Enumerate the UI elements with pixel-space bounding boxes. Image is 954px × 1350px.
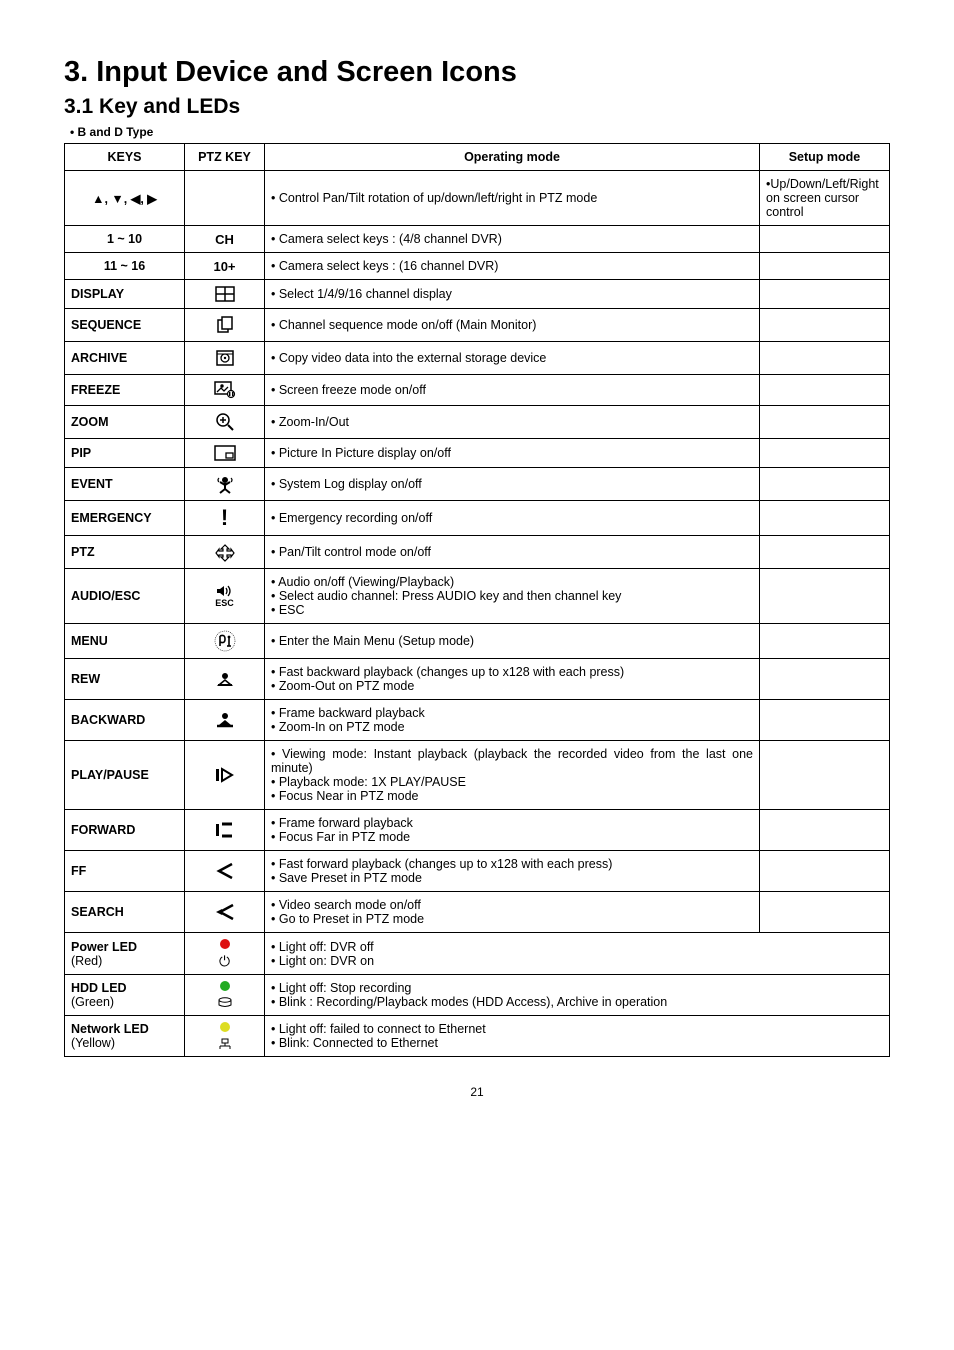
key-play: PLAY/PAUSE: [65, 741, 185, 810]
key-arrows: ▲, ▼, ◀, ▶: [65, 171, 185, 226]
ptz-10plus: 10+: [185, 253, 265, 280]
op-power: • Light off: DVR off • Light on: DVR on: [265, 933, 890, 975]
keys-table: KEYS PTZ KEY Operating mode Setup mode ▲…: [64, 143, 890, 1057]
pip-icon: [185, 439, 265, 468]
key-event: EVENT: [65, 468, 185, 501]
op-ch16: • Camera select keys : (16 channel DVR): [265, 253, 760, 280]
setup-empty: [760, 342, 890, 375]
key-freeze: FREEZE: [65, 375, 185, 406]
zoom-icon: [185, 406, 265, 439]
sequence-icon: [185, 309, 265, 342]
network-led-icon: [185, 1016, 265, 1057]
esc-label: ESC: [191, 599, 258, 608]
op-zoom: • Zoom-In/Out: [265, 406, 760, 439]
op-ch: • Camera select keys : (4/8 channel DVR): [265, 226, 760, 253]
setup-empty: [760, 892, 890, 933]
ptz-ch: CH: [185, 226, 265, 253]
backward-icon: [185, 700, 265, 741]
op-sequence: • Channel sequence mode on/off (Main Mon…: [265, 309, 760, 342]
op-ptz: • Pan/Tilt control mode on/off: [265, 536, 760, 569]
op-freeze: • Screen freeze mode on/off: [265, 375, 760, 406]
key-backward: BACKWARD: [65, 700, 185, 741]
play-pause-icon: [185, 741, 265, 810]
setup-empty: [760, 253, 890, 280]
op-rew: • Fast backward playback (changes up to …: [265, 659, 760, 700]
key-11-16: 11 ~ 16: [65, 253, 185, 280]
audio-icon: ESC: [185, 569, 265, 624]
header-ptz: PTZ KEY: [185, 144, 265, 171]
op-emergency: • Emergency recording on/off: [265, 501, 760, 536]
menu-icon: [185, 624, 265, 659]
header-op: Operating mode: [265, 144, 760, 171]
op-menu: • Enter the Main Menu (Setup mode): [265, 624, 760, 659]
key-power-led: Power LED(Red): [65, 933, 185, 975]
setup-empty: [760, 280, 890, 309]
op-forward: • Frame forward playback • Focus Far in …: [265, 810, 760, 851]
key-forward: FORWARD: [65, 810, 185, 851]
key-archive: ARCHIVE: [65, 342, 185, 375]
op-arrows: • Control Pan/Tilt rotation of up/down/l…: [265, 171, 760, 226]
op-play: • Viewing mode: Instant playback (playba…: [265, 741, 760, 810]
setup-empty: [760, 624, 890, 659]
header-keys: KEYS: [65, 144, 185, 171]
power-led-icon: ⏻: [185, 933, 265, 975]
op-archive: • Copy video data into the external stor…: [265, 342, 760, 375]
op-backward: • Frame backward playback • Zoom-In on P…: [265, 700, 760, 741]
setup-empty: [760, 569, 890, 624]
archive-icon: [185, 342, 265, 375]
key-audio: AUDIO/ESC: [65, 569, 185, 624]
key-emergency: EMERGENCY: [65, 501, 185, 536]
key-ptz: PTZ: [65, 536, 185, 569]
op-hdd: • Light off: Stop recording • Blink : Re…: [265, 975, 890, 1016]
key-ff: FF: [65, 851, 185, 892]
display-icon: [185, 280, 265, 309]
setup-empty: [760, 501, 890, 536]
key-net-led: Network LED(Yellow): [65, 1016, 185, 1057]
key-pip: PIP: [65, 439, 185, 468]
search-icon: [185, 892, 265, 933]
setup-empty: [760, 851, 890, 892]
op-event: • System Log display on/off: [265, 468, 760, 501]
rew-icon: [185, 659, 265, 700]
op-display: • Select 1/4/9/16 channel display: [265, 280, 760, 309]
setup-empty: [760, 810, 890, 851]
op-search: • Video search mode on/off • Go to Prese…: [265, 892, 760, 933]
setup-empty: [760, 309, 890, 342]
key-1-10: 1 ~ 10: [65, 226, 185, 253]
chapter-title: 3. Input Device and Screen Icons: [64, 56, 890, 89]
key-display: DISPLAY: [65, 280, 185, 309]
section-title: 3.1 Key and LEDs: [64, 95, 890, 119]
page-number: 21: [64, 1085, 890, 1099]
key-search: SEARCH: [65, 892, 185, 933]
type-note: • B and D Type: [70, 125, 890, 139]
ptz-empty: [185, 171, 265, 226]
key-hdd-led: HDD LED(Green): [65, 975, 185, 1016]
setup-empty: [760, 659, 890, 700]
key-zoom: ZOOM: [65, 406, 185, 439]
op-net: • Light off: failed to connect to Ethern…: [265, 1016, 890, 1057]
key-rew: REW: [65, 659, 185, 700]
setup-empty: [760, 406, 890, 439]
event-icon: [185, 468, 265, 501]
ptz-icon: [185, 536, 265, 569]
hdd-led-icon: [185, 975, 265, 1016]
setup-empty: [760, 536, 890, 569]
setup-empty: [760, 439, 890, 468]
ff-icon: [185, 851, 265, 892]
setup-empty: [760, 375, 890, 406]
header-setup: Setup mode: [760, 144, 890, 171]
emergency-icon: !: [185, 501, 265, 536]
key-sequence: SEQUENCE: [65, 309, 185, 342]
setup-empty: [760, 741, 890, 810]
forward-icon: [185, 810, 265, 851]
freeze-icon: [185, 375, 265, 406]
op-pip: • Picture In Picture display on/off: [265, 439, 760, 468]
key-menu: MENU: [65, 624, 185, 659]
setup-empty: [760, 468, 890, 501]
op-audio: • Audio on/off (Viewing/Playback) • Sele…: [265, 569, 760, 624]
setup-empty: [760, 226, 890, 253]
setup-arrows: •Up/Down/Left/Right on screen cursor con…: [760, 171, 890, 226]
op-ff: • Fast forward playback (changes up to x…: [265, 851, 760, 892]
setup-empty: [760, 700, 890, 741]
